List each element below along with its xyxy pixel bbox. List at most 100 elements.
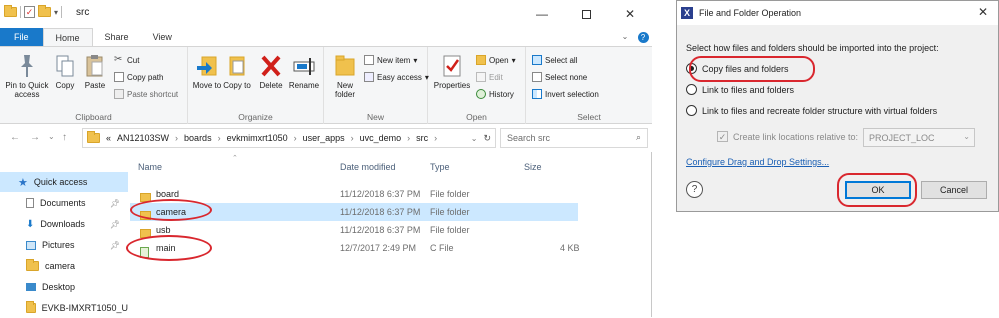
select-all-label: Select all	[545, 55, 578, 65]
address-dropdown-icon[interactable]: ⌄	[471, 134, 478, 143]
tab-view[interactable]: View	[141, 28, 184, 46]
chevron-right-icon[interactable]: ›	[218, 133, 221, 143]
nav-item-documents[interactable]: Documents 📌︎	[0, 193, 128, 213]
forward-icon[interactable]: →	[30, 132, 40, 143]
copy-button[interactable]: Copy	[52, 53, 78, 90]
nav-item-downloads[interactable]: ⬇ Downloads 📌︎	[0, 214, 128, 234]
pin-icon	[21, 55, 33, 77]
refresh-icon[interactable]: ↻	[483, 133, 495, 144]
tab-home[interactable]: Home	[42, 28, 93, 46]
open-button[interactable]: Open ▾	[476, 55, 516, 65]
history-button[interactable]: History	[476, 89, 514, 99]
pin-to-quick-access-button[interactable]: Pin to Quick access	[4, 53, 50, 99]
new-folder-label: New folder	[334, 81, 355, 99]
maximize-button[interactable]	[564, 0, 608, 28]
chevron-right-icon[interactable]: ›	[351, 133, 354, 143]
edit-button[interactable]: Edit	[476, 72, 503, 82]
chevron-right-icon[interactable]: ›	[294, 133, 297, 143]
organize-group: Move to Copy to Delete Rename Organize	[188, 47, 324, 125]
paste-label: Paste	[84, 81, 106, 90]
select-all-button[interactable]: Select all	[532, 55, 577, 65]
select-group: Select all Select none Invert selection …	[526, 47, 652, 125]
chevron-right-icon[interactable]: ›	[434, 133, 437, 143]
easy-access-button[interactable]: Easy access ▾	[364, 72, 429, 82]
properties-qat-icon[interactable]: ✓	[24, 6, 35, 18]
breadcrumb-overflow[interactable]: «	[106, 133, 111, 143]
tab-file[interactable]: File	[0, 28, 43, 46]
nav-item-evkb[interactable]: EVKB-IMXRT1050_U	[0, 298, 128, 318]
tab-share[interactable]: Share	[93, 28, 141, 46]
dialog-prompt: Select how files and folders should be i…	[686, 43, 939, 53]
radio-icon	[686, 105, 697, 116]
pin-icon[interactable]: 📌︎	[110, 241, 120, 250]
chevron-right-icon[interactable]: ›	[407, 133, 410, 143]
column-header-size[interactable]: Size	[524, 162, 542, 172]
open-group-label: Open	[466, 112, 487, 122]
invert-selection-button[interactable]: Invert selection	[532, 89, 599, 99]
move-to-button[interactable]: Move to	[192, 53, 222, 90]
file-row[interactable]: usb 11/12/2018 6:37 PM File folder	[130, 221, 578, 239]
up-icon[interactable]: ↑	[62, 132, 67, 143]
back-icon[interactable]: ←	[10, 132, 20, 143]
breadcrumb-item[interactable]: AN12103SW	[117, 133, 169, 143]
breadcrumb-item[interactable]: uvc_demo	[360, 133, 402, 143]
file-type: C File	[430, 243, 454, 253]
select-none-label: Select none	[545, 72, 588, 82]
close-button[interactable]: ✕	[608, 0, 652, 28]
column-header-date[interactable]: Date modified	[340, 162, 396, 172]
delete-button[interactable]: Delete	[256, 53, 286, 90]
qat-dropdown-icon[interactable]: ▾	[54, 8, 58, 17]
new-folder-icon	[335, 55, 355, 76]
radio-icon	[686, 84, 697, 95]
cancel-button[interactable]: Cancel	[921, 181, 987, 199]
breadcrumb-item[interactable]: src	[416, 133, 428, 143]
configure-drag-drop-link[interactable]: Configure Drag and Drop Settings...	[686, 157, 829, 167]
new-folder-button[interactable]: New folder	[328, 53, 362, 99]
column-header-name[interactable]: Name	[138, 162, 162, 172]
new-folder-qat-icon[interactable]	[38, 5, 51, 17]
select-none-button[interactable]: Select none	[532, 72, 587, 82]
help-icon[interactable]: ?	[634, 28, 652, 46]
rename-button[interactable]: Rename	[288, 53, 320, 90]
nav-item-desktop[interactable]: Desktop	[0, 277, 128, 297]
breadcrumb-item[interactable]: evkmimxrt1050	[227, 133, 288, 143]
new-item-button[interactable]: New item ▾	[364, 55, 417, 65]
nav-item-camera[interactable]: camera	[0, 256, 128, 276]
minimize-button[interactable]: —	[520, 0, 564, 28]
paste-shortcut-button[interactable]: Paste shortcut	[114, 89, 178, 99]
copy-path-button[interactable]: Copy path	[114, 72, 163, 82]
nav-item-quick-access[interactable]: ★ Quick access	[0, 172, 128, 192]
help-icon[interactable]: ?	[686, 181, 703, 198]
search-placeholder: Search src	[507, 133, 551, 143]
cut-button[interactable]: ✂ Cut	[114, 55, 139, 65]
recent-locations-icon[interactable]: ⌄	[48, 132, 55, 141]
clipboard-group: Pin to Quick access Copy Paste ✂ Cut Copy…	[0, 47, 188, 125]
properties-button[interactable]: Properties	[430, 53, 474, 90]
breadcrumb-item[interactable]: user_apps	[303, 133, 345, 143]
chevron-right-icon[interactable]: ›	[175, 133, 178, 143]
file-row[interactable]: board 11/12/2018 6:37 PM File folder	[130, 185, 578, 203]
ribbon-collapse-icon[interactable]: ⌄	[616, 28, 634, 46]
pin-icon[interactable]: 📌︎	[110, 220, 120, 229]
radio-link-virtual-folders[interactable]: Link to files and recreate folder struct…	[686, 105, 937, 116]
new-item-label: New item	[377, 55, 411, 65]
address-bar[interactable]: « AN12103SW › boards › evkmimxrt1050 › u…	[82, 128, 496, 148]
pin-icon[interactable]: 📌︎	[110, 199, 120, 208]
search-input[interactable]: Search src ⌕	[500, 128, 648, 148]
nav-item-pictures[interactable]: Pictures 📌︎	[0, 235, 128, 255]
paste-button[interactable]: Paste	[82, 53, 108, 90]
copy-to-button[interactable]: Copy to	[222, 53, 252, 90]
nav-item-label: Documents	[40, 198, 86, 208]
select-none-icon	[532, 72, 542, 82]
radio-link-files[interactable]: Link to files and folders	[686, 84, 794, 95]
move-to-label: Move to	[192, 81, 222, 90]
maximize-icon	[581, 9, 591, 19]
column-header-type[interactable]: Type	[430, 162, 450, 172]
dialog-close-icon[interactable]: ✕	[978, 5, 988, 19]
relative-location-combo[interactable]: PROJECT_LOC ⌄	[863, 128, 975, 147]
close-icon: ✕	[624, 7, 636, 21]
dropdown-icon: ▾	[413, 55, 418, 65]
breadcrumb-item[interactable]: boards	[184, 133, 212, 143]
invert-selection-icon	[532, 89, 542, 99]
relative-location-checkbox[interactable]: ✓ Create link locations relative to:	[717, 131, 858, 142]
